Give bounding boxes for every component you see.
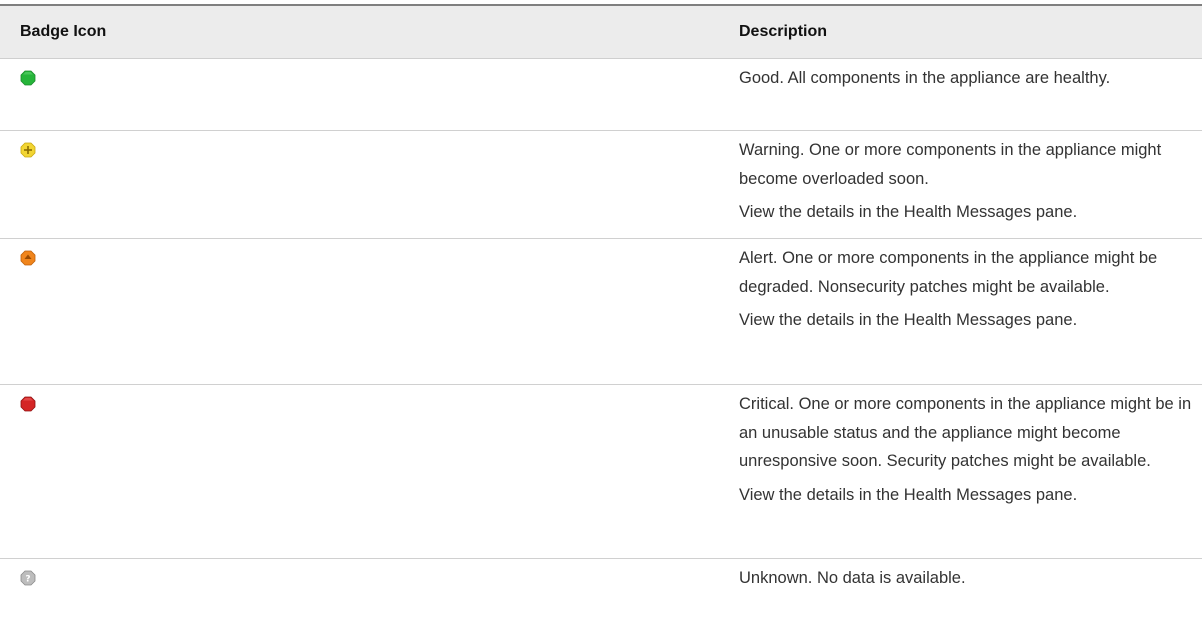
description-text: View the details in the Health Messages … — [739, 311, 1078, 329]
green-health-badge-icon — [20, 70, 36, 86]
header-badge-icon: Badge Icon — [20, 23, 107, 40]
table-row: Critical. One or more components in the … — [0, 385, 1202, 559]
description-text: View the details in the Health Messages … — [739, 485, 1078, 504]
table-cell-icon: ? — [0, 559, 729, 631]
table-cell-icon — [0, 59, 729, 130]
description-text: Warning. One or more components in the a… — [739, 141, 1162, 188]
table-cell-icon — [0, 239, 729, 384]
description-text: View the details in the Health Messages … — [739, 203, 1078, 221]
table-row: ? Unknown. No data is available. — [0, 559, 1202, 631]
gray-unknown-badge-icon: ? — [20, 570, 36, 586]
table-cell-description: Critical. One or more components in the … — [729, 385, 1202, 558]
table-cell-description: Good. All components in the appliance ar… — [729, 59, 1202, 130]
table-cell-description: Alert. One or more components in the app… — [729, 239, 1202, 384]
table-cell-description: Unknown. No data is available. — [729, 559, 1202, 631]
table-row: Good. All components in the appliance ar… — [0, 59, 1202, 131]
description-text: Good. All components in the appliance ar… — [739, 69, 1111, 87]
badge-table: Badge Icon Description Good. All compone… — [0, 4, 1202, 631]
table-cell-description: Warning. One or more components in the a… — [729, 131, 1202, 238]
description-text: Critical. One or more components in the … — [739, 395, 1192, 470]
table-cell-icon — [0, 131, 729, 238]
table-row: Warning. One or more components in the a… — [0, 131, 1202, 239]
description-text: Alert. One or more components in the app… — [739, 249, 1158, 296]
orange-health-badge-icon — [20, 250, 36, 266]
table-row: Alert. One or more components in the app… — [0, 239, 1202, 385]
yellow-health-badge-icon — [20, 142, 36, 158]
description-text: Unknown. No data is available. — [739, 569, 966, 587]
table-cell-icon — [0, 385, 729, 558]
svg-text:?: ? — [25, 575, 30, 585]
table-header: Badge Icon Description — [0, 6, 1202, 59]
header-description: Description — [739, 23, 828, 40]
red-health-badge-icon — [20, 396, 36, 412]
